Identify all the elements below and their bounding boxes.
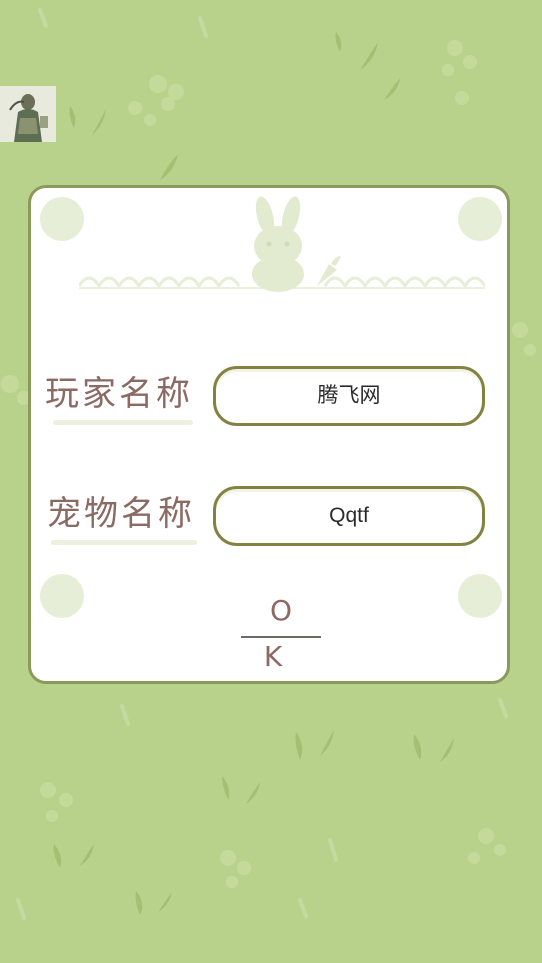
pet-name-input[interactable]: Qqtf xyxy=(213,486,485,546)
label-underline xyxy=(53,420,193,425)
player-portrait-icon xyxy=(0,86,56,142)
corner-decoration xyxy=(40,197,84,241)
corner-decoration xyxy=(458,574,502,618)
player-name-label: 玩家名称 xyxy=(45,374,193,414)
pet-name-label: 宠物名称 xyxy=(47,494,195,534)
ok-button[interactable]: O K xyxy=(241,588,321,673)
player-avatar[interactable] xyxy=(0,86,56,142)
player-name-input[interactable]: 腾飞网 xyxy=(213,366,485,426)
corner-decoration xyxy=(40,574,84,618)
label-underline xyxy=(51,540,197,545)
rabbit-carrot-icon xyxy=(79,196,485,292)
name-entry-dialog: 玩家名称 腾飞网 宠物名称 Qqtf O K xyxy=(28,185,510,684)
